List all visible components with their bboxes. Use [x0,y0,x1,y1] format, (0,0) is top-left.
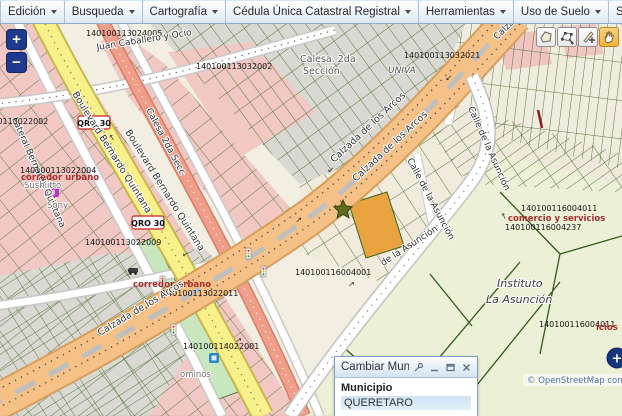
poi-label: Sushiitto [24,181,61,191]
poi-label: Sony [47,201,68,211]
polygon-icon [538,29,554,45]
map-toolbar [536,27,619,47]
menu-uso-de-suelo[interactable]: Uso de Suelo [514,0,609,23]
highway-shield: QRO 30 [131,216,165,229]
plus-icon: + [612,352,622,367]
pencil-measure-icon [580,29,596,45]
chevron-down-icon [212,10,218,14]
neighborhood-label: Sección [303,66,340,77]
cambiar-municipio-window: Cambiar Munici... Municipio QUERETARO [334,356,478,416]
parcel-id-label: 140100114022001 [183,342,259,351]
menu-label: Edición [8,6,46,18]
map-viewport: QRO 30 QRO 30 140100113024005 Juan Cabal… [0,24,622,416]
maximize-icon[interactable] [444,361,457,373]
parcel-id-label: 140100116004011 [521,204,597,213]
menu-label: Uso de Suelo [521,6,590,18]
parcel-id-label: 140100113022002 [0,117,48,126]
window-title: Cambiar Munici... [341,361,409,373]
menu-herramientas[interactable]: Herramientas [419,0,514,23]
pin-icon[interactable] [412,361,425,373]
select-polygon-tool-button[interactable] [536,27,556,47]
zoom-in-button[interactable]: + [6,29,27,50]
menu-busqueda[interactable]: Busqueda [65,0,143,23]
menu-edicion[interactable]: Edición [0,0,65,23]
zoom-out-button[interactable]: − [6,52,27,73]
chevron-down-icon [129,10,135,14]
restaurant-poi-icon [209,353,219,363]
menu-cedula[interactable]: Cédula Única Catastral Registral [226,0,419,23]
minimize-icon[interactable] [428,361,441,373]
window-body: Municipio QUERETARO [335,378,477,412]
institute-label: Instituto [497,277,543,290]
menu-label: Busqueda [72,6,124,18]
chevron-down-icon [405,10,411,14]
parcel-id-label: 140100113022009 [85,238,161,247]
municipio-select[interactable]: QUERETARO [341,396,471,410]
menu-cartografia[interactable]: Cartografía [143,0,227,23]
menu-label: Cartografía [150,6,208,18]
pan-hand-tool-button[interactable] [599,27,619,47]
app-window: Edición Busqueda Cartografía Cédula Únic… [0,0,622,416]
chevron-down-icon [51,10,57,14]
hand-icon [601,29,617,45]
neighborhood-label: Calesa. 2da [300,54,356,65]
polygon-nodes-icon [559,29,575,45]
expand-panel-button[interactable]: + [607,348,622,368]
window-titlebar[interactable]: Cambiar Munici... [335,357,477,378]
osm-attribution-link[interactable]: © OpenStreetMap contributors [527,376,622,386]
parcel-id-label: 140100116004001 [295,268,371,277]
menu-label: Herramientas [426,6,495,18]
university-label: UNIVA [388,66,416,76]
zoom-controls: + − [6,29,28,75]
shield-label: QRO 30 [131,219,165,228]
menu-label: Street View [616,6,622,18]
zone-label: icios [596,323,618,333]
menu-label: Cédula Única Catastral Registral [233,6,400,18]
menu-street-view[interactable]: Street View [609,0,622,23]
chevron-down-icon [500,10,506,14]
institute-label: La Asunción [486,293,552,306]
poi-label: ominos [180,370,211,380]
edit-polygon-tool-button[interactable] [557,27,577,47]
parcel-id-label: 140100113032021 [404,51,480,60]
measure-tool-button[interactable] [578,27,598,47]
municipio-field-label: Municipio [341,382,471,394]
close-icon[interactable] [460,361,473,373]
parcel-id-label: 140100116004237 [505,223,581,232]
parcel-id-label: 140100113032002 [196,62,272,71]
chevron-down-icon [595,10,601,14]
map-canvas[interactable]: QRO 30 QRO 30 140100113024005 Juan Cabal… [0,24,622,416]
top-menu-bar: Edición Busqueda Cartografía Cédula Únic… [0,0,622,24]
